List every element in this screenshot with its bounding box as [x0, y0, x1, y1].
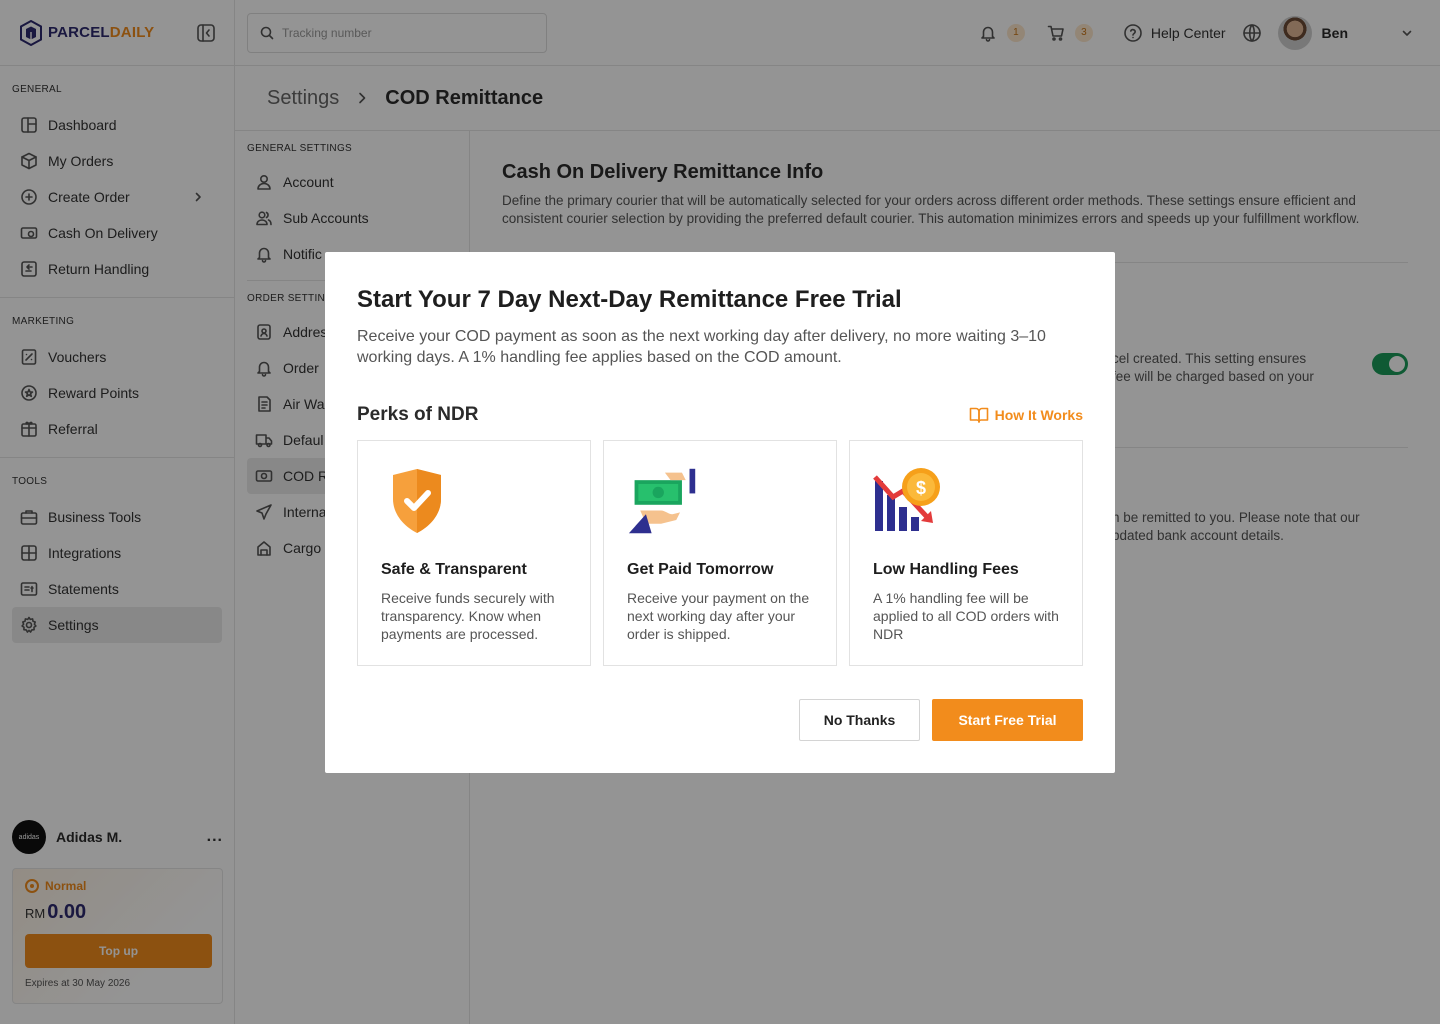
- perk-title: Get Paid Tomorrow: [627, 561, 774, 578]
- perks-header: Perks of NDR How It Works: [357, 404, 1083, 426]
- cash-hand-icon: [628, 468, 696, 534]
- perk-title: Safe & Transparent: [381, 561, 527, 578]
- how-it-works-link[interactable]: How It Works: [969, 406, 1083, 424]
- perk-card: Get Paid Tomorrow Receive your payment o…: [603, 440, 837, 666]
- perk-cards: Safe & Transparent Receive funds securel…: [357, 440, 1083, 666]
- perks-title: Perks of NDR: [357, 404, 479, 425]
- no-thanks-button[interactable]: No Thanks: [799, 699, 920, 741]
- perk-card: Safe & Transparent Receive funds securel…: [357, 440, 591, 666]
- fee-chart-icon: $: [873, 468, 940, 531]
- svg-text:$: $: [916, 478, 926, 498]
- shield-check-icon: [393, 469, 441, 533]
- modal-title: Start Your 7 Day Next-Day Remittance Fre…: [357, 286, 902, 313]
- perk-description: A 1% handling fee will be applied to all…: [873, 590, 1059, 642]
- book-icon: [969, 407, 988, 423]
- perk-title: Low Handling Fees: [873, 561, 1019, 578]
- perk-description: Receive your payment on the next working…: [627, 590, 810, 642]
- modal-subtitle: Receive your COD payment as soon as the …: [357, 328, 1046, 366]
- free-trial-modal: Start Your 7 Day Next-Day Remittance Fre…: [325, 252, 1115, 773]
- modal-actions: No Thanks Start Free Trial: [799, 699, 1083, 741]
- start-free-trial-button[interactable]: Start Free Trial: [932, 699, 1083, 741]
- perk-description: Receive funds securely with transparency…: [381, 590, 555, 642]
- perk-card: $ Low Handling Fees A 1% handling fee wi…: [849, 440, 1083, 666]
